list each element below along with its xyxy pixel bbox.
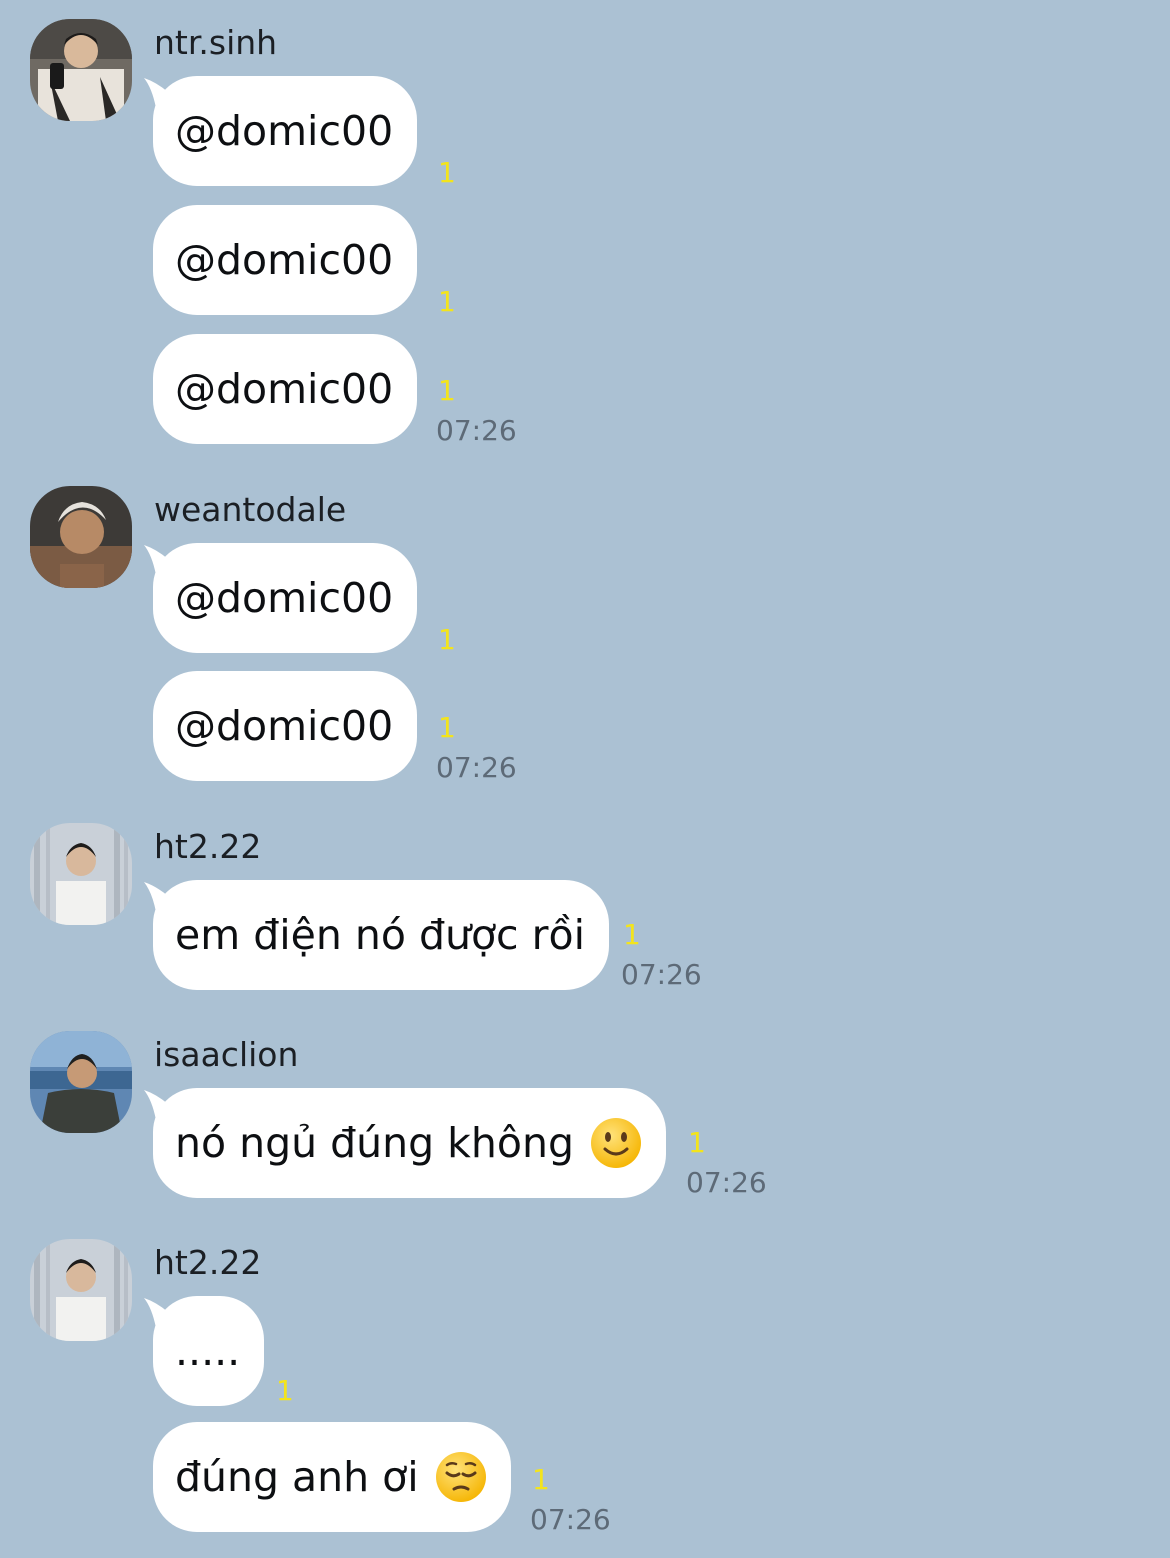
sender-name: weantodale <box>154 490 347 529</box>
avatar-photo-icon <box>30 823 132 925</box>
unread-count: 1 <box>438 374 456 407</box>
chat-message[interactable]: @domic00 1 <box>144 543 456 655</box>
message-bubble[interactable]: đúng anh ơi <box>153 1422 511 1532</box>
message-text: đúng anh ơi <box>175 1453 419 1501</box>
sender-name: ht2.22 <box>154 827 262 866</box>
chat-message[interactable]: em điện nó được rồi 1 07:26 <box>144 880 702 990</box>
chat-message[interactable]: @domic00 1 07:26 <box>153 334 517 446</box>
message-text: @domic00 <box>175 236 394 284</box>
unread-count: 1 <box>532 1463 550 1496</box>
unread-count: 1 <box>438 711 456 744</box>
avatar[interactable] <box>30 1239 132 1341</box>
chat-message[interactable]: @domic00 1 <box>153 205 456 317</box>
sender-name: ntr.sinh <box>154 23 278 62</box>
bubble-tail <box>144 1090 172 1120</box>
avatar-photo-icon <box>30 1031 132 1133</box>
chat-message[interactable]: ..... 1 <box>144 1296 294 1406</box>
message-text: ..... <box>175 1327 241 1375</box>
message-bubble[interactable]: nó ngủ đúng không <box>144 1088 667 1198</box>
avatar[interactable] <box>30 19 132 121</box>
message-text: @domic00 <box>175 574 394 622</box>
bubble-tail <box>144 545 172 575</box>
message-bubble[interactable]: @domic00 <box>153 671 418 781</box>
unread-count: 1 <box>623 918 641 951</box>
message-text: em điện nó được rồi <box>175 911 585 959</box>
message-text: @domic00 <box>175 107 394 155</box>
sender-name: isaaclion <box>154 1035 299 1074</box>
unread-count: 1 <box>438 156 456 189</box>
message-bubble[interactable]: @domic00 <box>153 205 418 315</box>
avatar[interactable] <box>30 486 132 588</box>
unread-count: 1 <box>438 285 456 318</box>
unread-count: 1 <box>276 1374 294 1407</box>
chat-message[interactable]: @domic00 1 07:26 <box>153 671 517 783</box>
bubble-tail <box>144 78 172 108</box>
avatar[interactable] <box>30 823 132 925</box>
unread-count: 1 <box>688 1126 706 1159</box>
message-bubble[interactable]: em điện nó được rồi <box>144 880 609 990</box>
bubble-tail <box>144 882 172 912</box>
message-timestamp: 07:26 <box>530 1503 611 1536</box>
message-text: nó ngủ đúng không <box>175 1119 575 1167</box>
avatar-photo-icon <box>30 19 132 121</box>
message-bubble[interactable]: @domic00 <box>144 76 418 186</box>
message-bubble[interactable]: @domic00 <box>153 334 418 444</box>
message-bubble[interactable]: @domic00 <box>144 543 418 653</box>
chat-message[interactable]: nó ngủ đúng không 1 07:26 <box>144 1088 767 1198</box>
message-timestamp: 07:26 <box>621 958 702 991</box>
chat-message[interactable]: @domic00 1 <box>144 76 456 188</box>
message-timestamp: 07:26 <box>436 751 517 784</box>
avatar[interactable] <box>30 1031 132 1133</box>
slightly-smiling-face-icon <box>591 1118 642 1168</box>
message-bubble[interactable]: ..... <box>144 1296 265 1406</box>
chat-messages-view[interactable]: ntr.sinh @domic00 1 @domic00 1 @domic00 <box>0 0 1170 1558</box>
sender-name: ht2.22 <box>154 1243 262 1282</box>
bubble-tail <box>144 1298 172 1328</box>
avatar-photo-icon <box>30 1239 132 1341</box>
message-text: @domic00 <box>175 702 394 750</box>
message-timestamp: 07:26 <box>436 414 517 447</box>
avatar-photo-icon <box>30 486 132 588</box>
unread-count: 1 <box>438 623 456 656</box>
chat-message[interactable]: đúng anh ơi 1 07:26 <box>153 1422 611 1535</box>
message-text: @domic00 <box>175 365 394 413</box>
pensive-face-icon <box>435 1452 486 1502</box>
message-timestamp: 07:26 <box>686 1166 767 1199</box>
